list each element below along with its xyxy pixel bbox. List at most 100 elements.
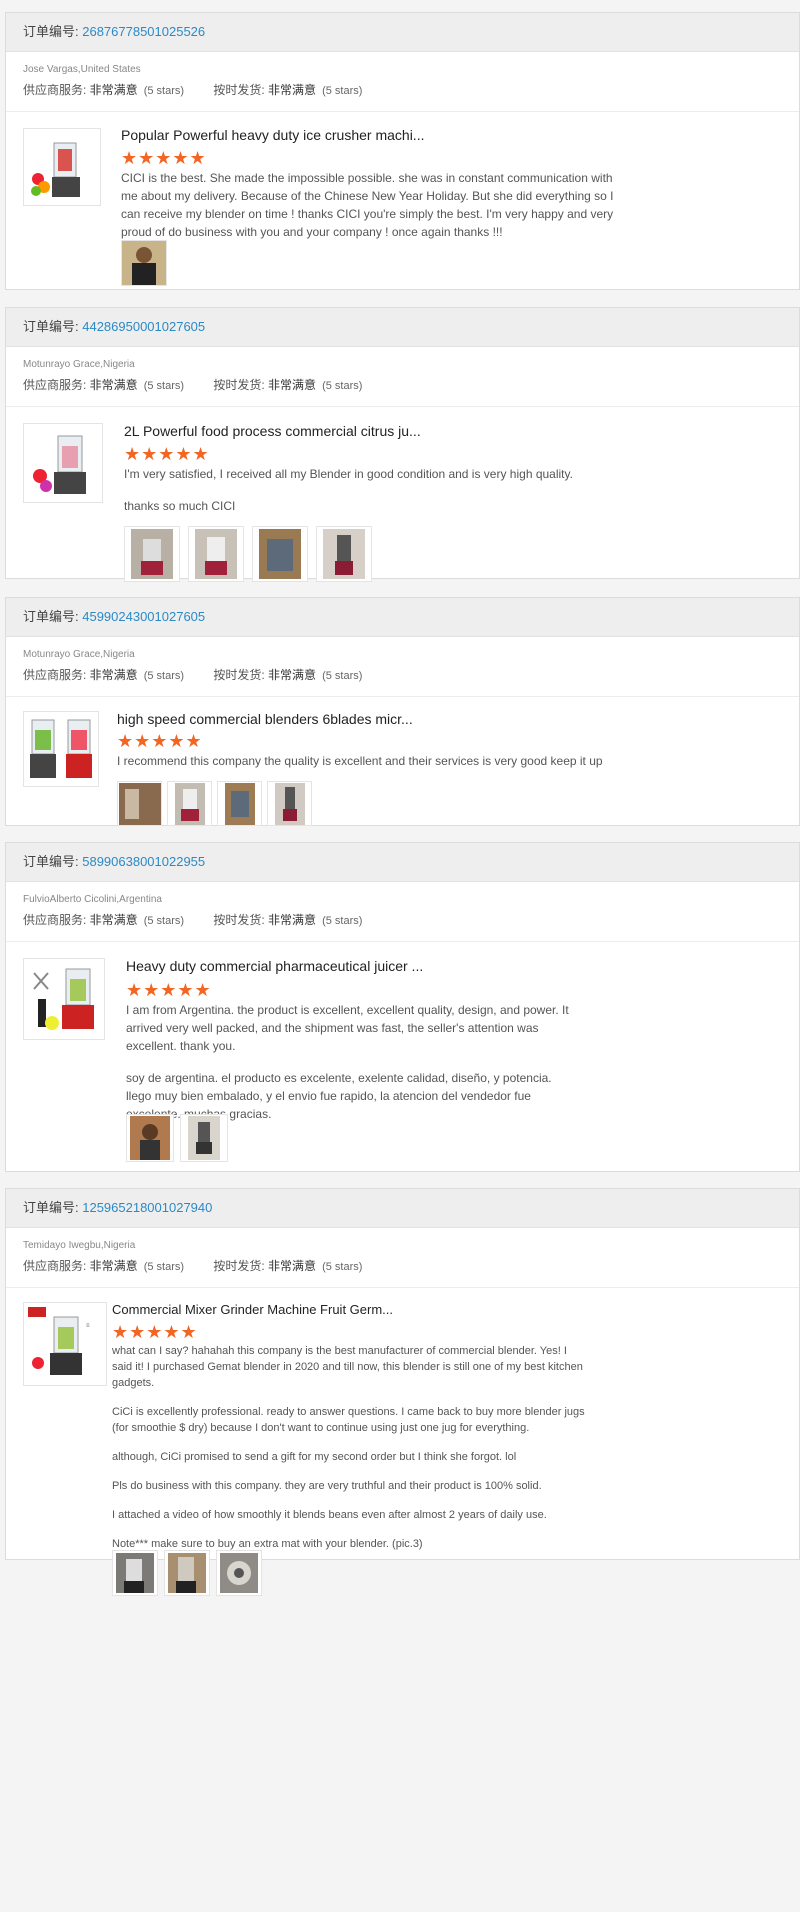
order-header: 订单编号: 58990638001022955 (6, 843, 799, 882)
product-thumbnail[interactable]: ≡ (23, 1302, 107, 1386)
rating-value: 非常满意 (268, 83, 317, 97)
product-thumbnail[interactable] (23, 423, 103, 503)
review-photo[interactable] (252, 526, 308, 582)
rating-label: 按时发货: (213, 913, 269, 927)
blender-image (30, 719, 92, 778)
supplier-service-rating: 供应商服务: 非常满意 (5 stars) (23, 911, 184, 928)
review-photo[interactable] (124, 526, 180, 582)
review-paragraph: what can I say? hahahah this company is … (112, 1345, 583, 1389)
supplier-service-rating: 供应商服务: 非常满意 (5 stars) (23, 666, 184, 683)
blender-image (31, 142, 80, 197)
divider (6, 111, 799, 112)
ratings-row: 供应商服务: 非常满意 (5 stars) 按时发货: 非常满意 (5 stars) (23, 376, 799, 394)
rating-value: 非常满意 (89, 913, 138, 927)
ratings-row: 供应商服务: 非常满意 (5 stars) 按时发货: 非常满意 (5 stars) (23, 81, 799, 99)
ratings-row: 供应商服务: 非常满意 (5 stars) 按时发货: 非常满意 (5 stars) (23, 1257, 799, 1275)
review-photo[interactable] (126, 1114, 174, 1162)
photo-image (122, 241, 166, 285)
star-rating: ★★★★★ (126, 980, 212, 1000)
rating-stars-text: (5 stars) (143, 380, 185, 392)
supplier-service-rating: 供应商服务: 非常满意 (5 stars) (23, 1257, 184, 1274)
star-rating: ★★★★★ (121, 148, 207, 168)
review-card: 订单编号: 44286950001027605 Motunrayo Grace,… (5, 307, 800, 582)
buyer-name: Motunrayo Grace,Nigeria (23, 649, 135, 660)
product-thumbnail[interactable] (23, 128, 101, 206)
review-photo[interactable] (112, 1550, 158, 1596)
rating-stars-text: (5 stars) (322, 380, 363, 392)
photo-image (274, 782, 305, 825)
rating-label: 供应商服务: (23, 1259, 90, 1273)
rating-stars-text: (5 stars) (143, 670, 185, 682)
order-number-link[interactable]: 45990243001027605 (82, 609, 205, 624)
product-thumbnail[interactable] (23, 958, 105, 1040)
rating-label: 供应商服务: (23, 83, 90, 97)
review-photo[interactable] (121, 240, 167, 286)
review-photo[interactable] (180, 1114, 228, 1162)
rating-stars-text: (5 stars) (322, 670, 363, 682)
supplier-service-rating: 供应商服务: 非常满意 (5 stars) (23, 81, 184, 98)
product-title-link[interactable]: Popular Powerful heavy duty ice crusher … (121, 127, 424, 143)
rating-value: 非常满意 (89, 378, 138, 392)
rating-label: 供应商服务: (23, 378, 90, 392)
order-number-link[interactable]: 44286950001027605 (82, 319, 205, 334)
photo-image (116, 1553, 154, 1593)
order-number-link[interactable]: 26876778501025526 (82, 24, 205, 39)
product-title-link[interactable]: Heavy duty commercial pharmaceutical jui… (126, 958, 423, 974)
review-photo[interactable] (167, 781, 212, 826)
buyer-name: Temidayo Iwegbu,Nigeria (23, 1240, 136, 1251)
review-text: what can I say? hahahah this company is … (112, 1343, 587, 1565)
rating-value: 非常满意 (268, 913, 317, 927)
ratings-row: 供应商服务: 非常满意 (5 stars) 按时发货: 非常满意 (5 stars) (23, 911, 799, 929)
review-photo[interactable] (188, 526, 244, 582)
review-photo[interactable] (164, 1550, 210, 1596)
divider (6, 1287, 799, 1288)
shipping-rating: 按时发货: 非常满意 (5 stars) (213, 911, 362, 928)
review-photos (121, 240, 167, 286)
review-card: 订单编号: 125965218001027940 Temidayo Iwegbu… (5, 1188, 800, 1596)
order-number-link[interactable]: 58990638001022955 (82, 854, 205, 869)
review-photo[interactable] (117, 781, 162, 826)
svg-text:≡: ≡ (86, 1323, 90, 1329)
review-text: CICI is the best. She made the impossibl… (121, 169, 631, 255)
star-rating: ★★★★★ (124, 444, 210, 464)
order-header: 订单编号: 26876778501025526 (6, 13, 799, 52)
order-number-link[interactable]: 125965218001027940 (82, 1200, 212, 1215)
review-photo[interactable] (267, 781, 312, 826)
order-header: 订单编号: 44286950001027605 (6, 308, 799, 347)
rating-stars-text: (5 stars) (143, 1261, 185, 1273)
review-paragraph: I am from Argentina. the product is exce… (126, 1003, 569, 1053)
rating-label: 按时发货: (213, 1259, 269, 1273)
photo-image (174, 782, 205, 825)
rating-label: 按时发货: (213, 83, 269, 97)
order-label: 订单编号: (23, 1200, 83, 1215)
review-photos (117, 781, 312, 826)
review-paragraph: CICI is the best. She made the impossibl… (121, 171, 614, 239)
review-photo[interactable] (316, 526, 372, 582)
ratings-row: 供应商服务: 非常满意 (5 stars) 按时发货: 非常满意 (5 stars) (23, 666, 799, 684)
order-label: 订单编号: (23, 319, 83, 334)
rating-value: 非常满意 (268, 668, 317, 682)
review-photo[interactable] (216, 1550, 262, 1596)
product-title-link[interactable]: 2L Powerful food process commercial citr… (124, 423, 421, 439)
blender-image (33, 435, 86, 494)
photo-image (168, 1553, 206, 1593)
photo-image (220, 1553, 258, 1593)
shipping-rating: 按时发货: 非常满意 (5 stars) (213, 376, 362, 393)
review-photo[interactable] (217, 781, 262, 826)
order-header: 订单编号: 45990243001027605 (6, 598, 799, 637)
product-title-link[interactable]: Commercial Mixer Grinder Machine Fruit G… (112, 1302, 393, 1317)
buyer-name: Jose Vargas,United States (23, 64, 141, 75)
shipping-rating: 按时发货: 非常满意 (5 stars) (213, 1257, 362, 1274)
photo-image (188, 1116, 220, 1160)
order-label: 订单编号: (23, 24, 83, 39)
review-paragraph: Pls do business with this company. they … (112, 1480, 542, 1492)
product-title-link[interactable]: high speed commercial blenders 6blades m… (117, 711, 413, 727)
review-photos (126, 1114, 228, 1162)
divider (6, 941, 799, 942)
rating-value: 非常满意 (89, 668, 138, 682)
photo-image (259, 529, 301, 579)
review-card: 订单编号: 26876778501025526 Jose Vargas,Unit… (5, 12, 800, 290)
rating-label: 供应商服务: (23, 913, 90, 927)
photo-image (195, 529, 237, 579)
product-thumbnail[interactable] (23, 711, 99, 787)
